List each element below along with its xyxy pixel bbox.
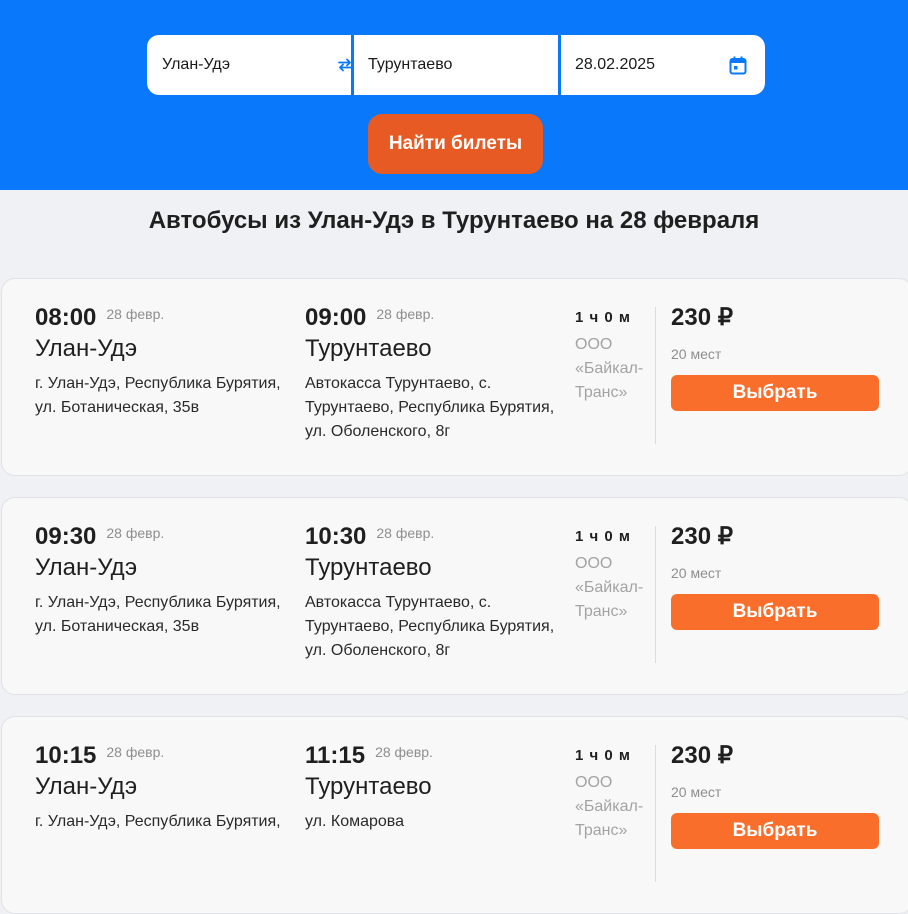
seats-available: 20 мест <box>671 346 722 362</box>
arrival-address: Автокасса Турунтаево, с. Турунтаево, Рес… <box>305 594 555 659</box>
trip-card: 08:00 28 февр. Улан-Удэ г. Улан-Удэ, Рес… <box>1 278 908 476</box>
calendar-icon[interactable] <box>729 56 747 75</box>
seats-available: 20 мест <box>671 784 722 800</box>
departure-address: г. Улан-Удэ, Республика Бурятия, ул. Бот… <box>35 375 281 416</box>
divider <box>655 307 656 444</box>
select-trip-button[interactable]: Выбрать <box>671 594 879 630</box>
departure-address: г. Улан-Удэ, Республика Бурятия, ул. Бот… <box>35 594 281 635</box>
arrival-city: Турунтаево <box>305 335 432 362</box>
trip-duration: 1 ч 0 м <box>575 309 631 326</box>
from-value: Улан-Удэ <box>162 56 231 73</box>
trip-info: 1 ч 0 м ООО «Байкал-Транс» <box>575 309 650 405</box>
arrival-time: 10:30 <box>305 523 367 550</box>
trip-duration: 1 ч 0 м <box>575 528 631 545</box>
arrival-address: ул. Комарова <box>305 813 405 830</box>
ticket-price: 230 ₽ <box>671 523 733 550</box>
arrival-time: 09:00 <box>305 304 367 331</box>
carrier-name: ООО «Байкал-Транс» <box>575 555 644 620</box>
price-block: 230 ₽ 20 мест Выбрать <box>671 305 879 411</box>
arrival-date: 28 февр. <box>376 525 435 541</box>
carrier-name: ООО «Байкал-Транс» <box>575 774 644 839</box>
seats-available: 20 мест <box>671 565 722 581</box>
arrival-date: 28 февр. <box>376 306 435 322</box>
price-block: 230 ₽ 20 мест Выбрать <box>671 743 879 849</box>
departure-address: г. Улан-Удэ, Республика Бурятия, <box>35 813 281 830</box>
price-block: 230 ₽ 20 мест Выбрать <box>671 524 879 630</box>
departure-time: 08:00 <box>35 304 97 331</box>
to-value: Турунтаево <box>368 56 453 73</box>
departure-date: 28 февр. <box>106 525 165 541</box>
trip-duration: 1 ч 0 м <box>575 747 631 764</box>
date-value: 28.02.2025 <box>575 56 656 73</box>
from-field[interactable]: Улан-Удэ <box>147 35 358 95</box>
arrival-date: 28 февр. <box>375 744 433 760</box>
to-field[interactable]: Турунтаево <box>351 35 558 95</box>
page-title: Автобусы из Улан-Удэ в Турунтаево на 28 … <box>148 207 760 234</box>
ticket-price: 230 ₽ <box>671 742 733 769</box>
arrival-time: 11:15 <box>305 742 366 769</box>
carrier-name: ООО «Байкал-Транс» <box>575 336 644 401</box>
departure-city: Улан-Удэ <box>35 773 138 800</box>
search-form: Улан-Удэ Турунтаево 28.02.2025 <box>147 35 765 95</box>
trip-info: 1 ч 0 м ООО «Байкал-Транс» <box>575 528 650 624</box>
arrival-city: Турунтаево <box>305 773 432 800</box>
departure-time: 09:30 <box>35 523 97 550</box>
select-trip-button[interactable]: Выбрать <box>671 375 879 411</box>
date-field[interactable]: 28.02.2025 <box>558 35 765 95</box>
trip-card: 09:30 28 февр. Улан-Удэ г. Улан-Удэ, Рес… <box>1 497 908 695</box>
trip-info: 1 ч 0 м ООО «Байкал-Транс» <box>575 747 650 843</box>
arrival-address: Автокасса Турунтаево, с. Турунтаево, Рес… <box>305 375 555 440</box>
departure-city: Улан-Удэ <box>35 335 138 362</box>
select-trip-button[interactable]: Выбрать <box>671 813 879 849</box>
search-header: Улан-Удэ Турунтаево 28.02.2025 Найти бил… <box>0 0 908 190</box>
arrival-city: Турунтаево <box>305 554 432 581</box>
ticket-price: 230 ₽ <box>671 304 733 331</box>
departure-time: 10:15 <box>35 742 97 769</box>
departure-city: Улан-Удэ <box>35 554 138 581</box>
departure-date: 28 февр. <box>106 744 165 760</box>
find-tickets-button[interactable]: Найти билеты <box>368 114 543 174</box>
departure-date: 28 февр. <box>106 306 165 322</box>
divider <box>655 745 656 882</box>
trip-card: 10:15 28 февр. Улан-Удэ г. Улан-Удэ, Рес… <box>1 716 908 914</box>
divider <box>655 526 656 663</box>
